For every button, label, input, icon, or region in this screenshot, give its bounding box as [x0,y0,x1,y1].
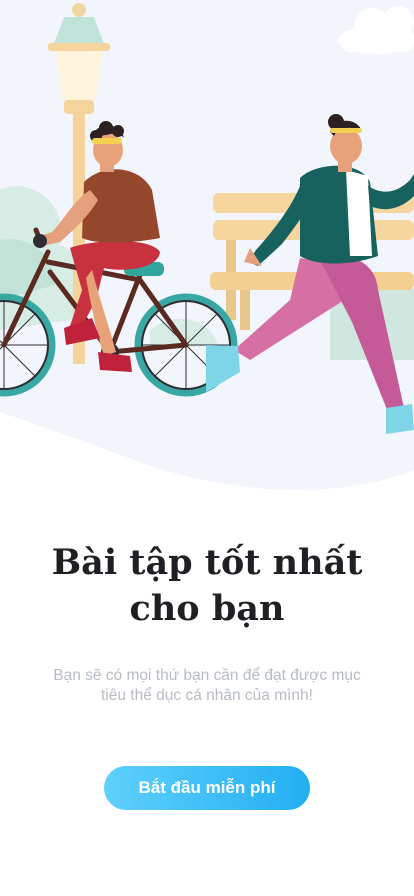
hero-illustration [0,0,414,500]
start-free-button[interactable]: Bắt đầu miễn phí [104,766,310,810]
title-line-1: Bài tập tốt nhất [51,542,363,583]
title-line-2: cho bạn [129,588,285,629]
page-subtitle: Bạn sẽ có mọi thứ bạn cần để đạt được mụ… [30,666,384,706]
page-title: Bài tập tốt nhất cho bạn [0,540,414,632]
subtitle-line-2: tiêu thể dục cá nhân của mình! [101,687,313,704]
subtitle-line-1: Bạn sẽ có mọi thứ bạn cần để đạt được mụ… [53,667,361,684]
